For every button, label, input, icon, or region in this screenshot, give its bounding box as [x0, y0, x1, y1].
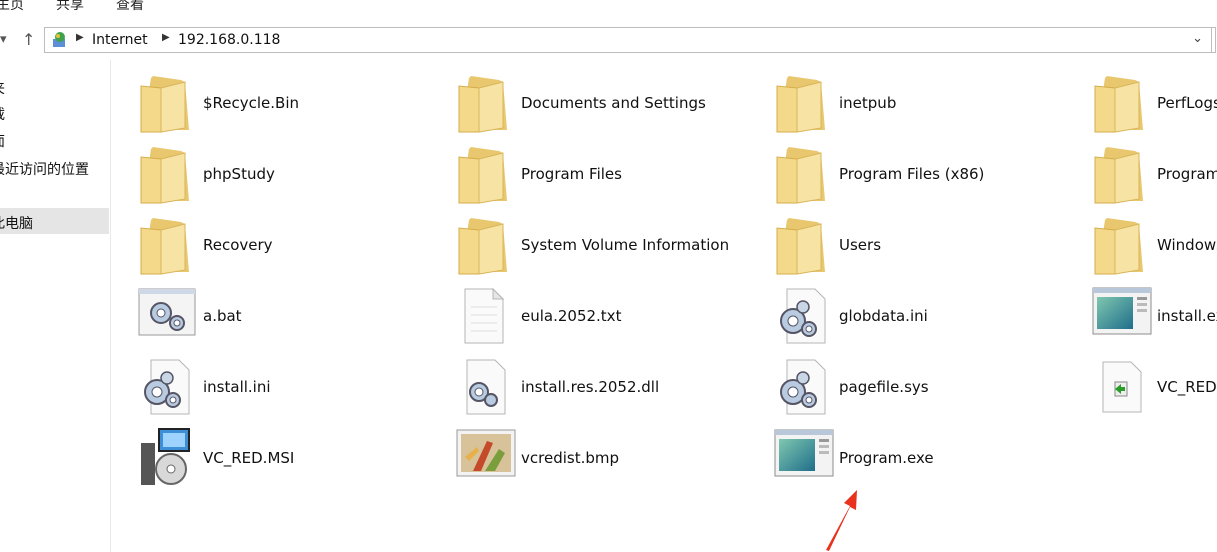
item-label: VC_RED.cab	[1157, 378, 1217, 396]
item-label: Users	[839, 236, 882, 254]
breadcrumb-separator-icon[interactable]: ▶	[162, 32, 170, 43]
folder-item-users[interactable]: Users	[773, 214, 1073, 278]
ini-file-icon	[773, 356, 835, 420]
item-label: ProgramData	[1157, 165, 1217, 183]
recent-locations-chevron-icon[interactable]: ▾	[0, 32, 7, 47]
sidebar-item-recent[interactable]: 最近访问的位置	[0, 159, 89, 179]
folder-icon	[137, 214, 199, 278]
item-label: Program Files	[521, 165, 622, 183]
folder-item-programdata[interactable]: ProgramData	[1091, 143, 1217, 207]
item-label: $Recycle.Bin	[203, 94, 300, 112]
item-label: phpStudy	[203, 165, 275, 183]
item-label: Documents and Settings	[521, 94, 706, 112]
breadcrumb-separator-icon[interactable]: ▶	[76, 32, 84, 43]
navigation-pane: 夹 载 面 最近访问的位置 此电脑	[0, 60, 111, 552]
ribbon-tabs: 主页 共享 查看	[0, 0, 1217, 16]
item-label: a.bat	[203, 307, 242, 325]
file-item-install-res-2052-dll[interactable]: install.res.2052.dll	[455, 356, 755, 420]
folder-item-perflogs[interactable]: PerfLogs	[1091, 72, 1217, 136]
file-item-a-bat[interactable]: a.bat	[137, 285, 437, 349]
item-label: PerfLogs	[1157, 94, 1217, 112]
sidebar-item-desktop[interactable]: 面	[0, 131, 5, 151]
folder-icon	[1091, 214, 1153, 278]
tab-view[interactable]: 查看	[116, 0, 144, 14]
item-label: VC_RED.MSI	[203, 449, 295, 467]
folder-item-recycle-bin[interactable]: $Recycle.Bin	[137, 72, 437, 136]
txt-file-icon	[455, 285, 517, 349]
tab-home[interactable]: 主页	[0, 0, 24, 14]
folder-item-system-volume-information[interactable]: System Volume Information	[455, 214, 755, 278]
tab-share[interactable]: 共享	[56, 0, 84, 14]
dll-file-icon	[455, 356, 517, 420]
item-label: Recovery	[203, 236, 273, 254]
file-item-install-exe[interactable]: install.exe	[1091, 285, 1217, 349]
folder-item-inetpub[interactable]: inetpub	[773, 72, 1073, 136]
chevron-down-icon[interactable]: ⌄	[1192, 31, 1203, 46]
file-item-eula-2052-txt[interactable]: eula.2052.txt	[455, 285, 755, 349]
folder-icon	[1091, 143, 1153, 207]
folder-item-program-files[interactable]: Program Files	[455, 143, 755, 207]
divider	[1211, 27, 1212, 53]
sidebar-item-this-pc[interactable]: 此电脑	[0, 213, 33, 233]
ini-file-icon	[137, 356, 199, 420]
address-bar[interactable]: ▶ Internet ▶ 192.168.0.118 ⌄	[44, 27, 1216, 53]
folder-icon	[137, 72, 199, 136]
folder-icon	[455, 72, 517, 136]
folder-item-program-files-x86[interactable]: Program Files (x86)	[773, 143, 1073, 207]
file-item-globdata-ini[interactable]: globdata.ini	[773, 285, 1073, 349]
bmp-file-icon	[455, 427, 517, 491]
item-label: System Volume Information	[521, 236, 730, 254]
folder-icon	[455, 143, 517, 207]
sidebar-item-favorites[interactable]: 夹	[0, 78, 5, 98]
file-item-install-ini[interactable]: install.ini	[137, 356, 437, 420]
folder-item-windows[interactable]: Windows	[1091, 214, 1217, 278]
up-arrow-icon[interactable]: ↑	[22, 30, 35, 49]
exe-file-icon	[773, 427, 835, 491]
item-label: globdata.ini	[839, 307, 928, 325]
file-item-pagefile-sys[interactable]: pagefile.sys	[773, 356, 1073, 420]
folder-icon	[455, 214, 517, 278]
ini-file-icon	[773, 285, 835, 349]
item-label: Program Files (x86)	[839, 165, 985, 183]
breadcrumb-internet[interactable]: Internet	[92, 32, 148, 48]
folder-icon	[773, 143, 835, 207]
folder-item-phpstudy[interactable]: phpStudy	[137, 143, 437, 207]
item-label: eula.2052.txt	[521, 307, 622, 325]
cab-file-icon	[1091, 356, 1153, 420]
file-item-program-exe[interactable]: Program.exe	[773, 427, 1073, 491]
item-label: inetpub	[839, 94, 897, 112]
folder-icon	[1091, 72, 1153, 136]
item-label: Windows	[1157, 236, 1217, 254]
red-pointer-arrow	[820, 488, 870, 552]
folder-item-recovery[interactable]: Recovery	[137, 214, 437, 278]
item-label: pagefile.sys	[839, 378, 929, 396]
folder-icon	[773, 72, 835, 136]
msi-file-icon	[137, 427, 199, 491]
item-label: Program.exe	[839, 449, 934, 467]
item-label: vcredist.bmp	[521, 449, 619, 467]
folder-icon	[773, 214, 835, 278]
item-label: install.ini	[203, 378, 271, 396]
file-item-vc-red-cab[interactable]: VC_RED.cab	[1091, 356, 1217, 420]
exe-file-icon	[1091, 285, 1153, 349]
sidebar-item-downloads[interactable]: 载	[0, 104, 5, 124]
folder-item-documents-and-settings[interactable]: Documents and Settings	[455, 72, 755, 136]
item-label: install.res.2052.dll	[521, 378, 660, 396]
breadcrumb-host[interactable]: 192.168.0.118	[178, 32, 280, 48]
file-item-vc-red-msi[interactable]: VC_RED.MSI	[137, 427, 437, 491]
folder-icon	[137, 143, 199, 207]
bat-file-icon	[137, 285, 199, 349]
network-location-icon	[51, 31, 69, 49]
file-item-vcredist-bmp[interactable]: vcredist.bmp	[455, 427, 755, 491]
item-label: install.exe	[1157, 307, 1217, 325]
